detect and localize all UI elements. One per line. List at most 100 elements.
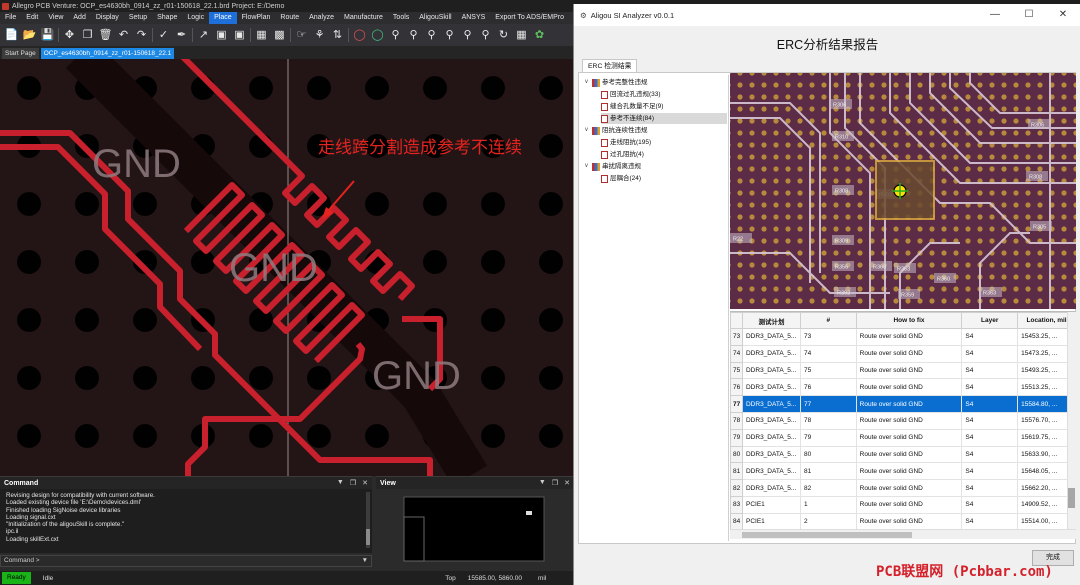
menu-item-display[interactable]: Display — [91, 12, 124, 24]
zoom-prev-icon[interactable]: ⚲ — [442, 28, 457, 43]
menu-item-aligouskill[interactable]: AligouSkill — [414, 12, 456, 24]
pcb-canvas[interactable]: GND GND GND 走线跨分割造成参考不连续 — [0, 59, 574, 476]
menu-item-edit[interactable]: Edit — [21, 12, 43, 24]
chevron-down-icon[interactable]: ∨ — [583, 77, 590, 88]
hand-icon[interactable]: ☞ — [294, 28, 309, 43]
zoom-out-icon[interactable]: ⚲ — [424, 28, 439, 43]
tree-item[interactable]: 回流过孔违规(33) — [601, 89, 727, 100]
menu-item-route[interactable]: Route — [275, 12, 304, 24]
column-header-number[interactable]: # — [799, 312, 857, 329]
copy-icon[interactable]: ❐ — [80, 28, 95, 43]
column-header-fix[interactable]: How to fix — [855, 312, 963, 329]
undo-icon[interactable]: ↶ — [116, 28, 131, 43]
close-icon[interactable]: ✕ — [564, 479, 570, 487]
table-row[interactable]: 79 DDR3_DATA_5... 79 Route over solid GND S4… — [730, 428, 1076, 447]
tab-start-page[interactable]: Start Page — [2, 48, 39, 59]
open-icon[interactable]: 📄 — [4, 28, 19, 43]
leaf-icon[interactable]: ✿ — [532, 28, 547, 43]
tab-erc-results[interactable]: ERC 检测结果 — [582, 59, 638, 73]
row-header[interactable]: 74 — [730, 344, 743, 363]
tree-group[interactable]: ∨ 阻抗连续性违规 — [583, 125, 727, 136]
menu-item-flowplan[interactable]: FlowPlan — [237, 12, 276, 24]
tree-group[interactable]: ∨ 参考完整性违规 — [583, 77, 727, 88]
column-header-plan[interactable]: 测试计划 — [741, 312, 801, 329]
row-header[interactable]: 78 — [730, 411, 743, 430]
row-header[interactable]: 77 — [730, 395, 743, 413]
table-row[interactable]: 84 PCIE1 2 Route over solid GND S4 15514.00, … — [730, 512, 1076, 531]
command-input[interactable]: Command > ▼ — [0, 555, 372, 567]
save-icon[interactable]: 💾 — [40, 28, 55, 43]
menu-item-view[interactable]: View — [43, 12, 68, 24]
menu-item-analyze[interactable]: Analyze — [304, 12, 339, 24]
tree-item[interactable]: 参考不连续(84) — [601, 113, 727, 124]
float-icon[interactable]: ❐ — [552, 479, 558, 487]
menu-item-place[interactable]: Place — [209, 12, 237, 24]
row-header[interactable]: 79 — [730, 428, 743, 447]
menu-item-export-to-ads-empro[interactable]: Export To ADS/EMPro — [490, 12, 569, 24]
menu-item-manufacture[interactable]: Manufacture — [339, 12, 388, 24]
minimize-button[interactable]: — — [978, 4, 1012, 26]
zoom-icon[interactable]: ⚲ — [460, 28, 475, 43]
row-header[interactable]: 76 — [730, 378, 743, 397]
menu-item-logic[interactable]: Logic — [182, 12, 209, 24]
table-row[interactable]: 81 DDR3_DATA_5... 81 Route over solid GND S4… — [730, 462, 1076, 481]
table-row[interactable]: 77 DDR3_DATA_5... 77 Route over solid GND S4… — [730, 395, 1076, 413]
chevron-down-icon[interactable]: ∨ — [583, 161, 590, 172]
row-header[interactable]: 80 — [730, 445, 743, 464]
circle-icon[interactable]: ◯ — [352, 28, 367, 43]
row-header[interactable]: 83 — [730, 495, 743, 514]
move-icon[interactable]: ✥ — [62, 28, 77, 43]
table-row[interactable]: 74 DDR3_DATA_5... 74 Route over solid GND S4… — [730, 344, 1076, 363]
row-header[interactable]: 75 — [730, 361, 743, 380]
chip-icon[interactable]: ▩ — [272, 28, 287, 43]
world-view[interactable] — [376, 489, 574, 569]
zoom-fit-icon[interactable]: ⚲ — [388, 28, 403, 43]
command-scrollbar-thumb[interactable] — [366, 529, 370, 545]
refresh-icon[interactable]: ↻ — [496, 28, 511, 43]
zoom-in-icon[interactable]: ⚲ — [406, 28, 421, 43]
table-row[interactable]: 80 DDR3_DATA_5... 80 Route over solid GND S4… — [730, 445, 1076, 464]
table-row[interactable]: 82 DDR3_DATA_5... 82 Route over solid GND S4… — [730, 479, 1076, 497]
3d-icon[interactable]: ▦ — [514, 28, 529, 43]
menu-item-tools[interactable]: Tools — [388, 12, 414, 24]
pin-icon[interactable]: ✒ — [174, 28, 189, 43]
tree-group[interactable]: ∨ 串扰隔离违规 — [583, 161, 727, 172]
pin-icon[interactable]: ✓ — [156, 28, 171, 43]
table-row[interactable]: 76 DDR3_DATA_5... 76 Route over solid GND S4… — [730, 378, 1076, 397]
open-folder-icon[interactable]: 📂 — [22, 28, 37, 43]
zoom-icon[interactable]: ⚲ — [478, 28, 493, 43]
table-horizontal-scrollbar[interactable] — [730, 529, 1076, 539]
maximize-button[interactable]: ☐ — [1012, 4, 1046, 26]
float-icon[interactable]: ❐ — [350, 479, 356, 487]
circle-icon[interactable]: ◯ — [370, 28, 385, 43]
collapse-icon[interactable]: ▼ — [539, 479, 546, 487]
row-header[interactable]: 82 — [730, 479, 743, 497]
menu-item-add[interactable]: Add — [68, 12, 90, 24]
pcb-preview[interactable]: R306R310R308R303R309R356R368R392R353R359… — [730, 73, 1076, 309]
slide-icon[interactable]: ⚘ — [312, 28, 327, 43]
table-vertical-scrollbar-thumb[interactable] — [1068, 488, 1075, 508]
row-header[interactable]: 73 — [730, 328, 743, 346]
component-icon[interactable]: ▦ — [254, 28, 269, 43]
chevron-down-icon[interactable]: ∨ — [583, 125, 590, 136]
tree-item[interactable]: 层耦合(24) — [601, 173, 727, 184]
row-header[interactable]: 81 — [730, 462, 743, 481]
menu-item-shape[interactable]: Shape — [152, 12, 182, 24]
redo-icon[interactable]: ↷ — [134, 28, 149, 43]
table-row[interactable]: 78 DDR3_DATA_5... 78 Route over solid GND S4… — [730, 411, 1076, 430]
route-icon[interactable]: ⇅ — [330, 28, 345, 43]
tree-item[interactable]: 走线阻抗(195) — [601, 137, 727, 148]
add-connect-icon[interactable]: ↗ — [196, 28, 211, 43]
tab-board-file[interactable]: OCP_es4630bh_0914_zz_r01-150618_22.1 — [40, 48, 175, 59]
table-row[interactable]: 73 DDR3_DATA_5... 73 Route over solid GND S4… — [730, 328, 1076, 346]
delete-icon[interactable]: 🗑 — [98, 28, 113, 43]
tree-item[interactable]: 过孔阻抗(4) — [601, 149, 727, 160]
tree-item[interactable]: 缝合孔数量不足(9) — [601, 101, 727, 112]
table-row[interactable]: 75 DDR3_DATA_5... 75 Route over solid GND S4… — [730, 361, 1076, 380]
close-button[interactable]: ✕ — [1046, 4, 1080, 26]
menu-item-setup[interactable]: Setup — [124, 12, 152, 24]
menu-item-file[interactable]: File — [0, 12, 21, 24]
table-row[interactable]: 83 PCIE1 1 Route over solid GND S4 14909.52, … — [730, 495, 1076, 514]
column-header-layer[interactable]: Layer — [961, 312, 1019, 329]
row-header[interactable]: 84 — [730, 512, 743, 531]
